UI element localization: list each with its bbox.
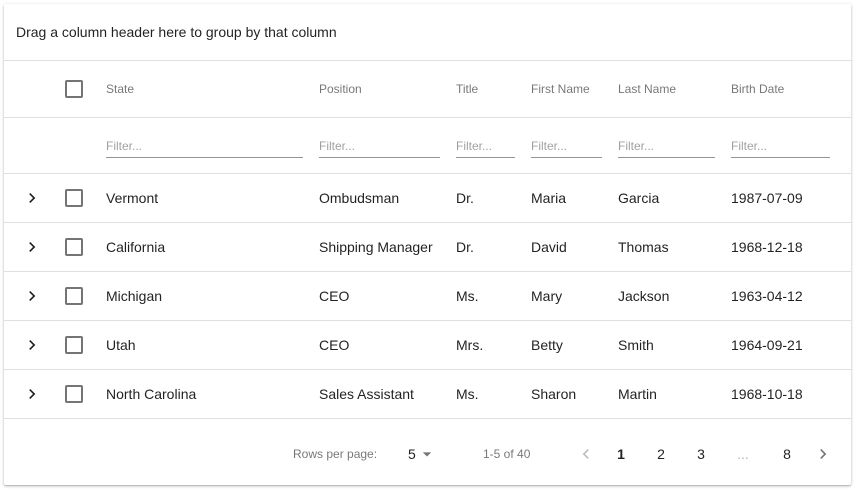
rows-per-page-select[interactable]: 5	[408, 419, 437, 485]
cell-last-name: Martin	[618, 386, 657, 402]
cell-first-name: Sharon	[531, 386, 577, 402]
table-row: Vermont Ombudsman Dr. Maria Garcia 1987-…	[4, 174, 851, 223]
select-all-checkbox[interactable]	[65, 80, 83, 98]
cell-position: Sales Assistant	[319, 386, 414, 402]
grid-card: Drag a column header here to group by th…	[4, 4, 851, 485]
chevron-right-icon	[29, 340, 36, 350]
header-first-name[interactable]: First Name	[531, 61, 590, 117]
cell-first-name: Maria	[531, 190, 567, 206]
cell-first-name: David	[531, 239, 567, 255]
cell-position: CEO	[319, 288, 350, 304]
cell-last-name: Smith	[618, 337, 654, 353]
cell-title: Ms.	[456, 386, 479, 402]
page-8-button[interactable]: 8	[775, 419, 799, 485]
table-row: California Shipping Manager Dr. David Th…	[4, 223, 851, 272]
chevron-right-icon	[29, 193, 36, 203]
filter-row	[4, 118, 851, 174]
cell-birth-date: 1968-10-18	[731, 386, 803, 402]
expand-row-button[interactable]	[22, 188, 42, 208]
cell-title: Ms.	[456, 288, 479, 304]
chevron-right-icon	[29, 291, 36, 301]
cell-title: Dr.	[456, 190, 474, 206]
expand-row-button[interactable]	[22, 335, 42, 355]
cell-state: Utah	[106, 337, 136, 353]
cell-birth-date: 1964-09-21	[731, 337, 803, 353]
filter-last-name-input[interactable]	[618, 134, 715, 158]
rows-per-page-value: 5	[408, 446, 416, 462]
row-checkbox[interactable]	[65, 336, 83, 354]
cell-state: Vermont	[106, 190, 159, 206]
chevron-left-icon	[582, 449, 589, 459]
header-row: State Position Title First Name Last Nam…	[4, 61, 851, 118]
cell-position: Shipping Manager	[319, 239, 433, 255]
arrow-drop-down-icon	[422, 452, 431, 457]
cell-title: Mrs.	[456, 337, 484, 353]
filter-first-name-input[interactable]	[531, 134, 602, 158]
row-checkbox[interactable]	[65, 287, 83, 305]
cell-first-name: Mary	[531, 288, 563, 304]
table-row: Utah CEO Mrs. Betty Smith 1964-09-21	[4, 321, 851, 370]
header-title[interactable]: Title	[456, 61, 478, 117]
group-panel[interactable]: Drag a column header here to group by th…	[4, 4, 851, 61]
cell-position: Ombudsman	[319, 190, 400, 206]
cell-birth-date: 1963-04-12	[731, 288, 803, 304]
table-row: North Carolina Sales Assistant Ms. Sharo…	[4, 370, 851, 419]
group-panel-hint: Drag a column header here to group by th…	[16, 24, 337, 40]
table-row: Michigan CEO Ms. Mary Jackson 1963-04-12	[4, 272, 851, 321]
filter-title-input[interactable]	[456, 134, 515, 158]
page-2-button[interactable]: 2	[649, 419, 673, 485]
row-checkbox[interactable]	[65, 385, 83, 403]
rows-per-page-label: Rows per page:	[293, 447, 378, 461]
prev-page-button[interactable]	[574, 419, 598, 485]
chevron-right-icon	[820, 449, 827, 459]
cell-birth-date: 1968-12-18	[731, 239, 803, 255]
header-position[interactable]: Position	[319, 61, 362, 117]
filter-position-input[interactable]	[319, 134, 440, 158]
cell-state: North Carolina	[106, 386, 197, 402]
range-info: 1-5 of 40	[483, 447, 531, 461]
row-checkbox[interactable]	[65, 238, 83, 256]
pager: Rows per page: 5 1-5 of 40 1 2 3 ... 8	[4, 419, 851, 485]
cell-last-name: Thomas	[618, 239, 669, 255]
next-page-button[interactable]	[811, 419, 835, 485]
cell-state: California	[106, 239, 166, 255]
expand-row-button[interactable]	[22, 286, 42, 306]
filter-state-input[interactable]	[106, 134, 303, 158]
cell-last-name: Garcia	[618, 190, 660, 206]
chevron-right-icon	[29, 242, 36, 252]
cell-position: CEO	[319, 337, 350, 353]
page-ellipsis: ...	[737, 446, 749, 462]
page-3-button[interactable]: 3	[689, 419, 713, 485]
expand-row-button[interactable]	[22, 237, 42, 257]
row-checkbox[interactable]	[65, 189, 83, 207]
expand-row-button[interactable]	[22, 384, 42, 404]
cell-first-name: Betty	[531, 337, 563, 353]
cell-last-name: Jackson	[618, 288, 670, 304]
cell-birth-date: 1987-07-09	[731, 190, 803, 206]
cell-title: Dr.	[456, 239, 474, 255]
header-birth-date[interactable]: Birth Date	[731, 61, 784, 117]
filter-birth-date-input[interactable]	[731, 134, 830, 158]
header-state[interactable]: State	[106, 61, 134, 117]
page-1-button[interactable]: 1	[609, 419, 633, 485]
cell-state: Michigan	[106, 288, 163, 304]
header-last-name[interactable]: Last Name	[618, 61, 676, 117]
chevron-right-icon	[29, 389, 36, 399]
